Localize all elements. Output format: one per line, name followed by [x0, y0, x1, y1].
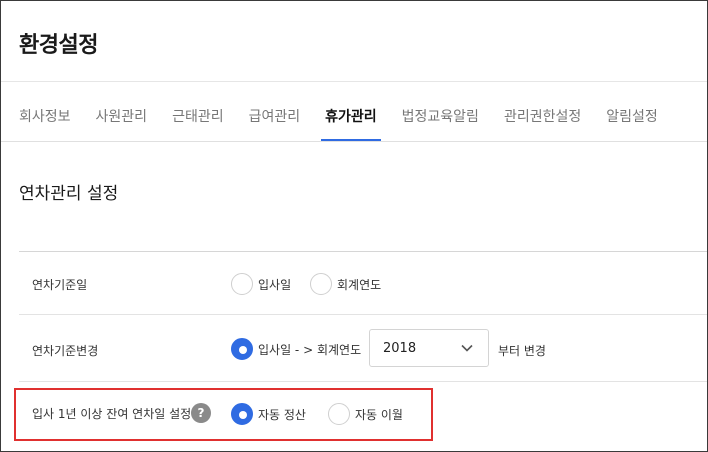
tab-payroll-management[interactable]: 급여관리 [249, 93, 301, 141]
settings-window: 환경설정 회사정보 사원관리 근태관리 급여관리 휴가관리 법정교육알림 관리권… [0, 0, 708, 452]
page-title: 환경설정 [19, 33, 98, 58]
year-select-value: 2018 [383, 341, 417, 356]
radio-label: 입사일 - > 회계연도 [258, 342, 362, 357]
tab-legal-education-alert[interactable]: 법정교육알림 [402, 93, 479, 141]
radio-fiscal-year[interactable] [310, 273, 332, 295]
tab-attendance-management[interactable]: 근태관리 [172, 93, 224, 141]
radio-label: 입사일 [258, 277, 292, 292]
header-divider [1, 81, 707, 82]
tab-admin-permissions[interactable]: 관리권한설정 [504, 93, 581, 141]
tab-leave-management[interactable]: 휴가관리 [321, 93, 381, 141]
tab-employee-management[interactable]: 사원관리 [96, 93, 148, 141]
change-from-text: 부터 변경 [498, 344, 546, 358]
tabs-divider [1, 141, 707, 142]
highlight-box [14, 388, 433, 441]
section-title: 연차관리 설정 [19, 184, 119, 204]
radio-option-join-to-fiscal[interactable]: 입사일 - > 회계연도 [231, 338, 361, 360]
tab-notification-settings[interactable]: 알림설정 [606, 93, 658, 141]
row-label: 연차기준일 [32, 278, 88, 292]
year-select[interactable]: 2018 [369, 329, 489, 367]
settings-tabs: 회사정보 사원관리 근태관리 급여관리 휴가관리 법정교육알림 관리권한설정 알… [19, 93, 683, 141]
row-annual-leave-base-date: 연차기준일 입사일 회계연도 [19, 252, 707, 315]
row-label: 연차기준변경 [32, 344, 99, 358]
tab-company-info[interactable]: 회사정보 [19, 93, 71, 141]
row-annual-leave-base-change: 연차기준변경 입사일 - > 회계연도 2018 부터 변경 [19, 315, 707, 382]
radio-join-date[interactable] [231, 273, 253, 295]
radio-join-to-fiscal[interactable] [231, 338, 253, 360]
chevron-down-icon [461, 344, 473, 352]
radio-label: 회계연도 [337, 277, 382, 292]
radio-option-join-date[interactable]: 입사일 [231, 273, 291, 295]
radio-option-fiscal-year[interactable]: 회계연도 [310, 273, 381, 295]
